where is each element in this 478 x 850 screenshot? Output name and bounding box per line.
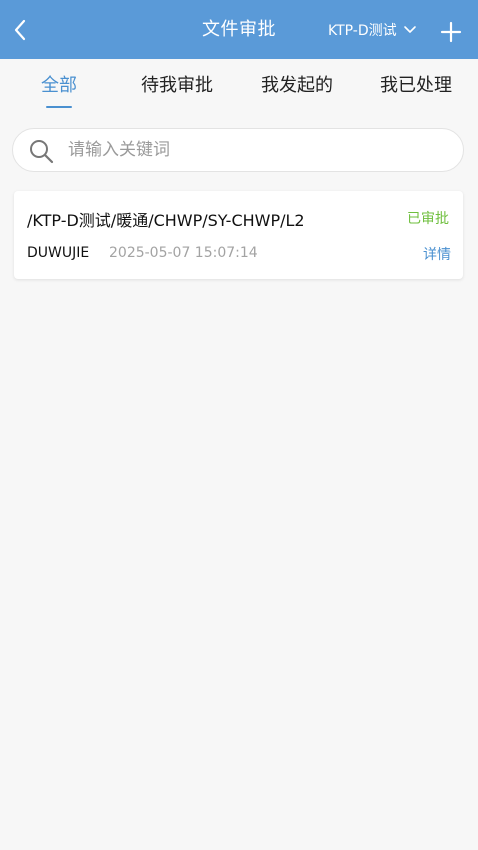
project-selector-label: KTP-D测试 [328,23,397,39]
search-icon [30,140,54,164]
status-badge: 已审批 [407,211,449,227]
chevron-down-icon [403,25,417,35]
add-button[interactable] [440,21,462,43]
record-user: DUWUJIE [27,245,90,261]
tab-pending-my-approval[interactable]: 待我审批 [141,71,213,99]
detail-link[interactable]: 详情 [423,244,451,264]
plus-icon [440,21,462,43]
approval-record-card[interactable]: /KTP-D测试/暖通/CHWP/SY-CHWP/L2 已审批 DUWUJIE … [14,191,463,279]
tab-bar: 全部 待我审批 我发起的 我已处理 [0,59,478,111]
tab-processed-by-me[interactable]: 我已处理 [380,71,452,99]
search-input[interactable] [68,137,448,163]
app-header: 文件审批 KTP-D测试 [0,0,478,59]
tab-all[interactable]: 全部 [41,71,77,99]
tab-initiated-by-me[interactable]: 我发起的 [261,71,333,99]
project-selector[interactable]: KTP-D测试 [328,18,417,42]
active-tab-indicator [46,106,72,108]
record-timestamp: 2025-05-07 15:07:14 [109,245,258,261]
search-bar [12,128,464,172]
record-path: /KTP-D测试/暖通/CHWP/SY-CHWP/L2 [27,211,305,230]
